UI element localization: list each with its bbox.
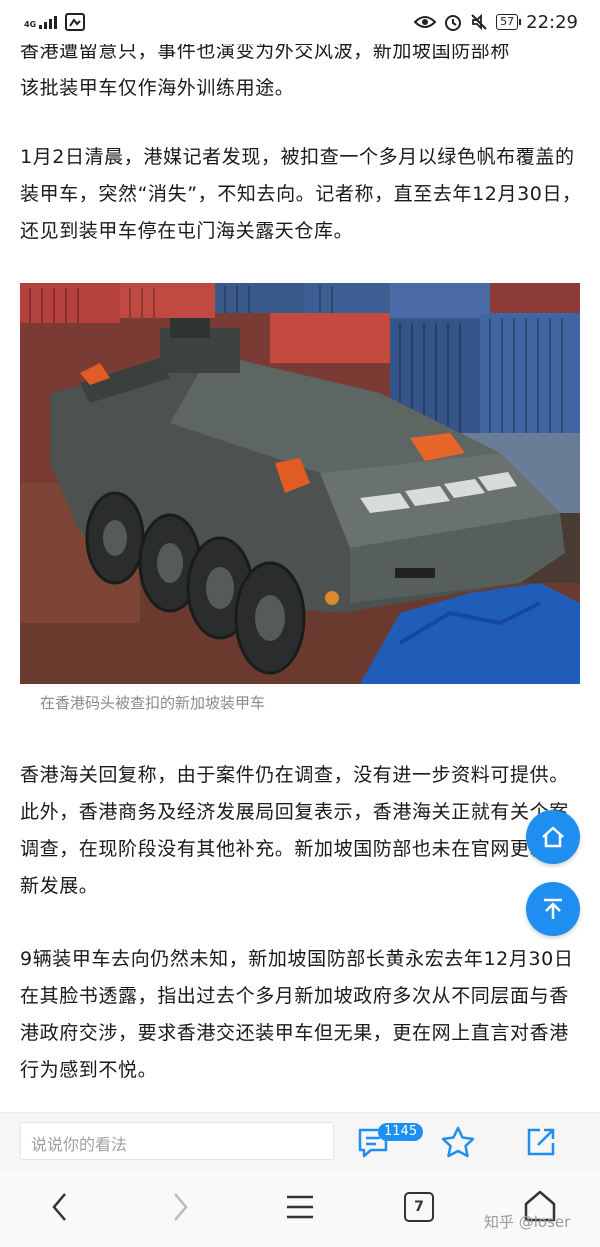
network-type: 4G [24,20,37,29]
armored-vehicle-photo[interactable] [20,283,580,684]
app-notification-icon [65,13,86,31]
back-to-top-button[interactable] [526,882,580,936]
paragraph-1: 香港遭留意只，事件也演变为外交风波，新加坡国防部称 该批装甲车仅作海外训练用途。 [20,33,510,107]
signal-icon: 4G [24,15,58,29]
clock: 22:29 [526,11,578,33]
paragraph-3: 香港海关回复称，由于案件仍在调查，没有进一步资料可提供。此外，香港商务及经济发展… [20,764,569,897]
browser-nav-bar: 7 [0,1172,600,1247]
paragraph-4: 9辆装甲车去向仍然未知，新加坡国防部长黄永宏去年12月30日在其脸书透露，指出过… [20,948,574,1081]
status-left: 4G [24,13,86,31]
photo-caption: 在香港码头被查扣的新加坡装甲车 [40,694,266,712]
comment-count-badge: 1145 [378,1123,424,1141]
comment-input[interactable]: 说说你的看法 [20,1122,334,1160]
favorite-star-icon[interactable] [440,1125,476,1159]
status-bar: 4G 57 22:29 [0,0,600,44]
status-right: 57 22:29 [414,12,578,33]
armored-vehicle-illustration [20,283,580,684]
alarm-icon [445,15,462,31]
share-icon[interactable] [524,1125,558,1159]
home-button[interactable] [526,810,580,864]
arrow-up-icon [544,898,562,919]
paragraph-2: 1月2日清晨，港媒记者发现，被扣查一个多月以绿色帆布覆盖的装甲车，突然“消失”，… [20,146,582,242]
menu-icon[interactable] [284,1190,316,1224]
battery-indicator: 57 [496,14,522,30]
mute-icon [471,13,487,31]
tabs-button[interactable]: 7 [404,1192,434,1222]
back-icon[interactable] [48,1190,72,1224]
eye-icon [414,16,437,28]
forward-icon[interactable] [168,1190,192,1224]
home-icon [542,826,564,848]
paragraph-1-line-2: 该批装甲车仅作海外训练用途。 [20,77,295,99]
watermark: 知乎 @loser [484,1213,571,1231]
comment-bar: 说说你的看法 1145 [0,1112,600,1172]
